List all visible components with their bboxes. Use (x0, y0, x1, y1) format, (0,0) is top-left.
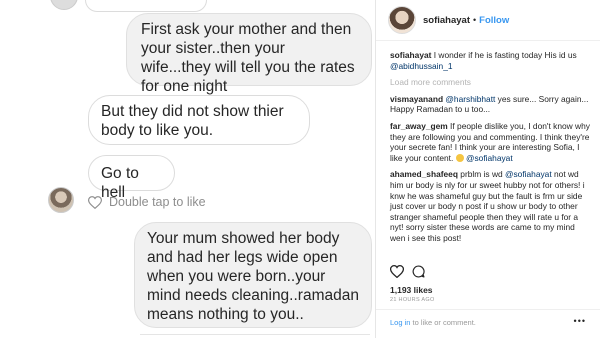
divider (140, 334, 370, 335)
login-link[interactable]: Log in (390, 318, 410, 327)
post-actions (390, 265, 425, 278)
header-separator: • (473, 15, 477, 25)
comment-item: far_away_gem If people dislike you, I do… (390, 121, 590, 163)
like-count[interactable]: 1,193 likes (390, 285, 433, 295)
caption-text: I wonder if he is fasting today His id u… (431, 50, 577, 60)
previous-message-bubble (85, 0, 207, 12)
smile-emoji-icon (455, 153, 464, 162)
post-panel: sofiahayat • Follow sofiahayat I wonder … (375, 0, 600, 338)
message-text: But they did not show thier body to like… (101, 103, 284, 139)
comment-text: prblm is wd (457, 169, 505, 180)
comment-mention[interactable]: @sofiahayat (466, 153, 513, 163)
message-bubble-in: Go to hell (88, 155, 175, 201)
chat-panel: First ask your mother and then your sist… (0, 0, 375, 338)
comment-mention[interactable]: @sofiahayat (505, 169, 552, 179)
comment-username[interactable]: far_away_gem (390, 121, 448, 131)
more-options-icon[interactable]: ••• (574, 316, 586, 326)
heart-icon[interactable] (88, 195, 102, 209)
login-prompt: Log in to like or comment. (390, 318, 476, 327)
divider (376, 309, 600, 310)
message-bubble-out: First ask your mother and then your sist… (126, 13, 372, 95)
message-bubble-in: But they did not show thier body to like… (88, 95, 310, 145)
load-more-comments[interactable]: Load more comments (390, 77, 590, 88)
message-text: Your mum showed her body and had her leg… (147, 230, 359, 323)
comment-item: ahamed_shafeeq prblm is wd @sofiahayat n… (390, 169, 590, 243)
heart-icon[interactable] (390, 265, 404, 278)
top-avatar (50, 0, 78, 10)
comment-mention[interactable]: @harshibhatt (445, 94, 495, 104)
caption: sofiahayat I wonder if he is fasting tod… (390, 50, 590, 71)
sender-avatar[interactable] (48, 187, 74, 213)
message-bubble-out: Your mum showed her body and had her leg… (134, 222, 372, 328)
comment-icon[interactable] (412, 265, 425, 278)
comment-username[interactable]: vismayanand (390, 94, 443, 104)
comment-item: vismayanand @harshibhatt yes sure... Sor… (390, 94, 590, 115)
double-tap-hint[interactable]: Double tap to like (88, 195, 206, 209)
double-tap-label: Double tap to like (109, 195, 206, 209)
comment-list: sofiahayat I wonder if he is fasting tod… (390, 50, 590, 250)
follow-button[interactable]: Follow (479, 15, 509, 26)
post-author-avatar[interactable] (388, 6, 416, 34)
comment-username[interactable]: ahamed_shafeeq (390, 169, 458, 179)
post-header: sofiahayat • Follow (376, 0, 600, 41)
login-text: to like or comment. (410, 318, 476, 327)
caption-username[interactable]: sofiahayat (390, 50, 431, 60)
post-timestamp: 21 HOURS AGO (390, 297, 435, 303)
comment-text: not wd him ur body is nly for ur sweet h… (390, 169, 585, 243)
post-author-username[interactable]: sofiahayat (423, 15, 470, 26)
caption-mention[interactable]: @abidhussain_1 (390, 61, 453, 71)
message-text: First ask your mother and then your sist… (141, 21, 355, 95)
